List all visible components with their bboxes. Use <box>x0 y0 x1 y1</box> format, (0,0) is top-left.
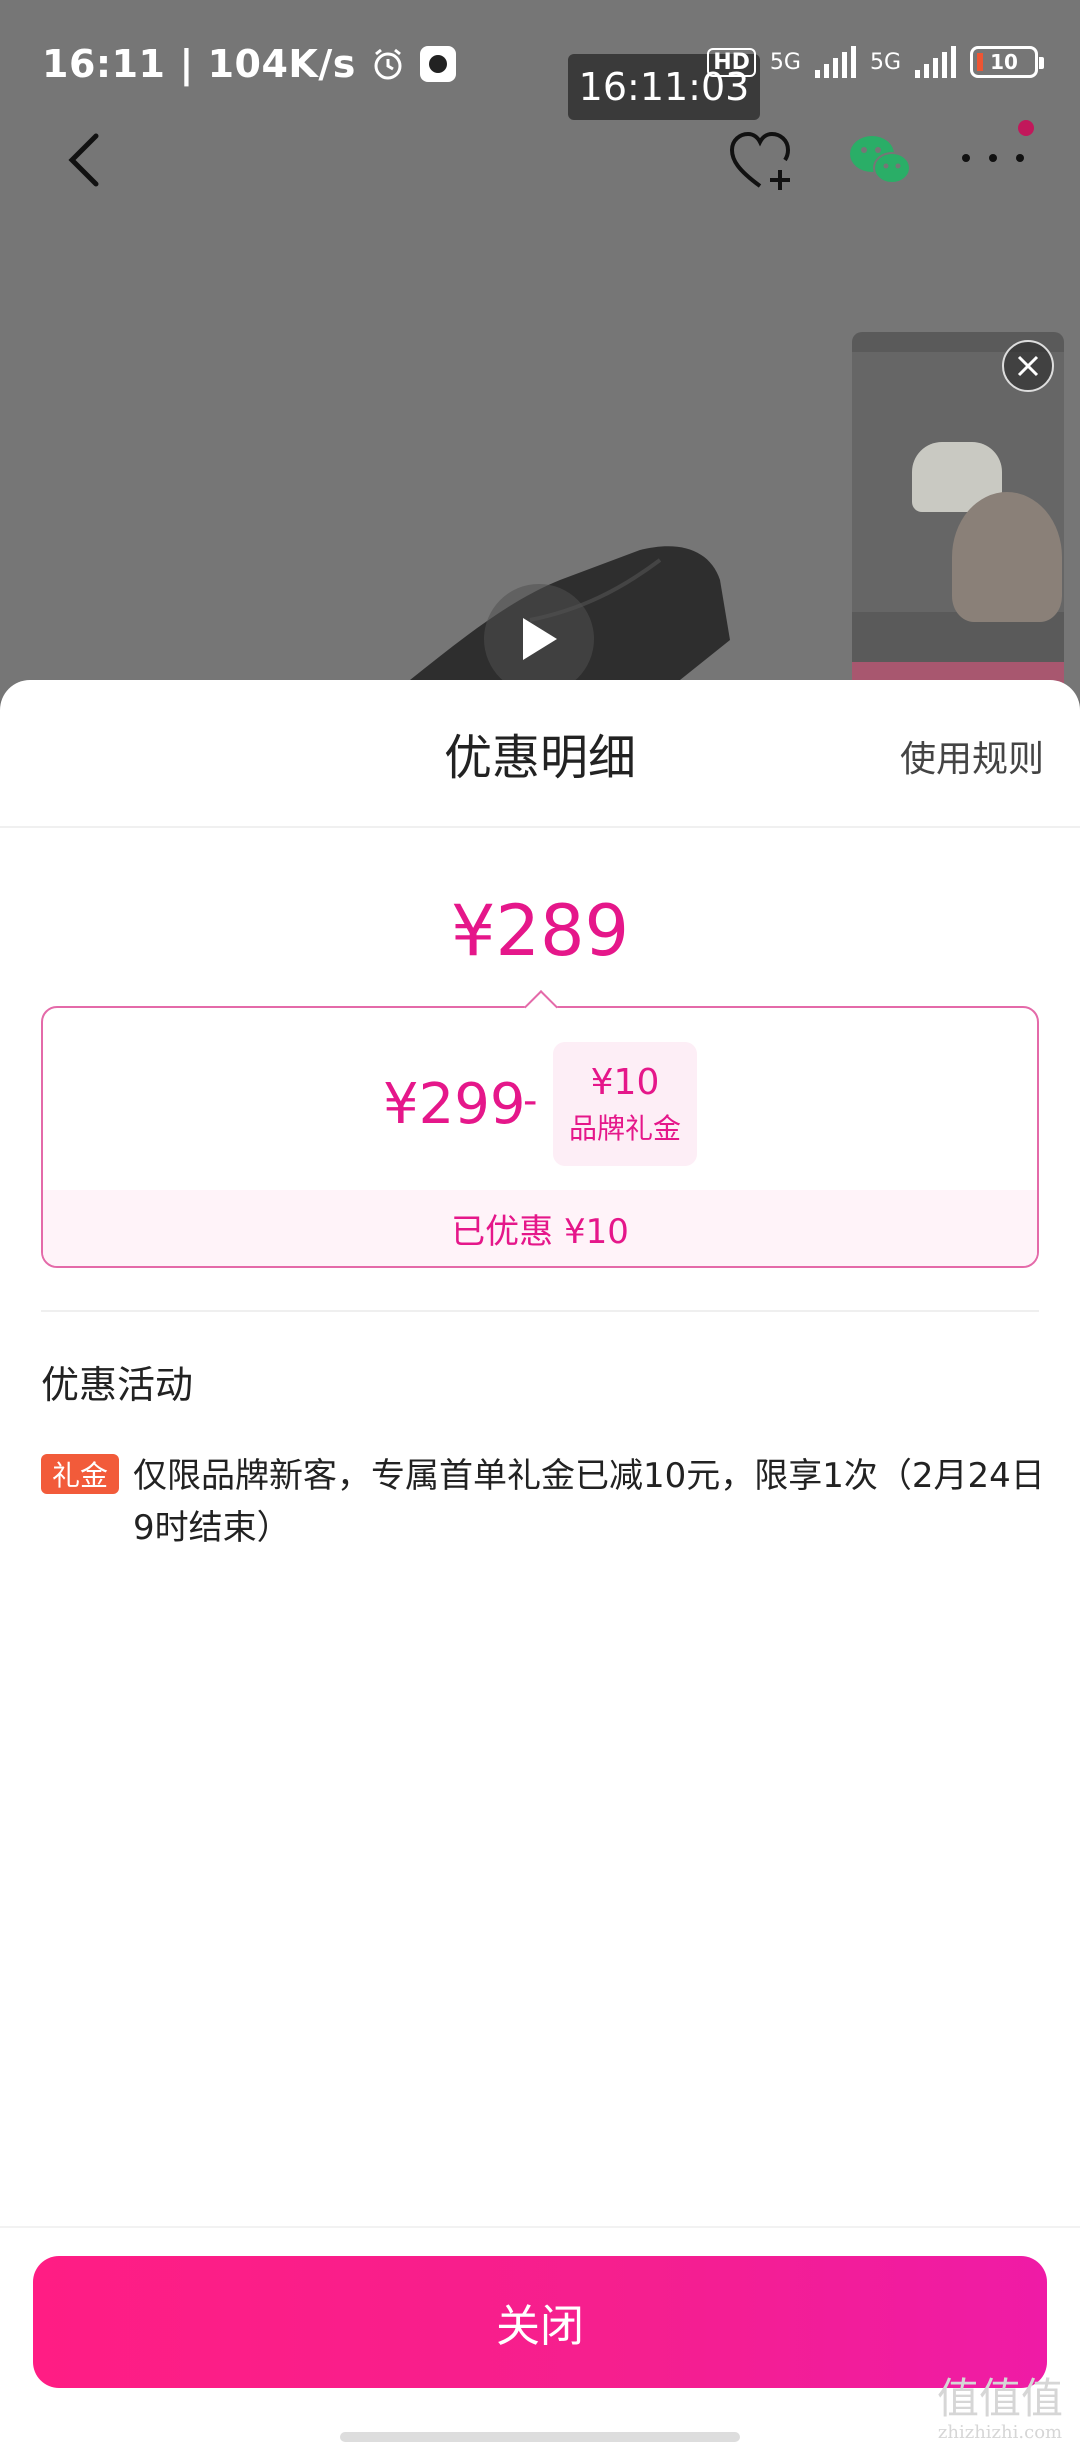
close-live-icon[interactable] <box>1002 340 1054 392</box>
signal-icon <box>814 46 856 78</box>
home-indicator[interactable] <box>340 2432 740 2442</box>
coupon-amount: ¥10 <box>590 1061 660 1103</box>
final-price: ¥289 <box>450 890 630 972</box>
footer-divider <box>0 2226 1080 2228</box>
wechat-share-icon[interactable] <box>848 132 912 188</box>
battery-icon: 10 <box>970 46 1044 78</box>
close-button[interactable]: 关闭 <box>33 2256 1047 2388</box>
usage-rules-link[interactable]: 使用规则 <box>900 730 1044 782</box>
status-left: 16:11 | 104K/s <box>42 42 456 86</box>
promotion-description: 仅限品牌新客，专属首单礼金已减10元，限享1次（2月24日9时结束） <box>133 1456 1045 1548</box>
minus-sign: - <box>523 1078 538 1124</box>
alarm-icon <box>370 46 406 82</box>
saved-amount-row: 已优惠 ¥10 <box>43 1190 1037 1266</box>
watermark-url: zhizhizhi.com <box>937 2422 1063 2443</box>
back-arrow-icon[interactable] <box>60 130 110 190</box>
product-page-background: 16:11 | 104K/s 16:11:03 HD 5G 5G 10 <box>0 0 1080 712</box>
favorite-add-icon[interactable] <box>728 130 798 194</box>
original-price: ¥299 <box>383 1072 526 1137</box>
watermark-main: 值值值 <box>936 2374 1063 2423</box>
status-time: 16:11 <box>42 42 166 86</box>
product-nav-bar <box>0 110 1080 210</box>
divider <box>41 1310 1039 1312</box>
price-breakdown-box: ¥299 - ¥10 品牌礼金 已优惠 ¥10 <box>41 1006 1039 1268</box>
gift-money-tag: 礼金 <box>41 1454 119 1494</box>
status-right: HD 5G 5G 10 <box>707 46 1044 78</box>
network-5g-label-2: 5G <box>869 49 901 75</box>
brand-coupon-chip: ¥10 品牌礼金 <box>553 1042 697 1166</box>
site-watermark: 值值值 zhizhizhi.com <box>930 2374 1070 2444</box>
promotions-section-title: 优惠活动 <box>41 1363 194 1407</box>
video-play-icon[interactable] <box>484 584 594 694</box>
more-options-icon[interactable] <box>958 148 1028 168</box>
signal-icon-2 <box>915 46 956 78</box>
app-notification-icon <box>419 46 456 82</box>
notification-dot <box>1018 120 1034 136</box>
hd-icon: HD <box>707 47 756 77</box>
network-speed: | 104K/s <box>179 42 356 86</box>
sheet-header: 优惠明细 使用规则 <box>0 680 1080 828</box>
coupon-type: 品牌礼金 <box>568 1111 681 1145</box>
network-5g-label: 5G <box>769 49 801 75</box>
discount-details-sheet: 优惠明细 使用规则 ¥289 ¥299 - ¥10 品牌礼金 已优惠 ¥10 优… <box>0 680 1080 2460</box>
